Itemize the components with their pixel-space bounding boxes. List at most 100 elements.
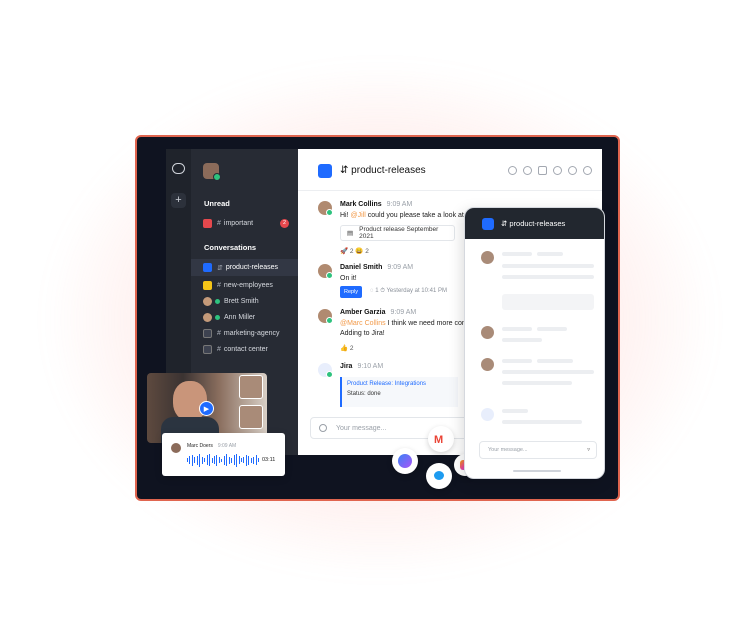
emoji-icon[interactable] [319,424,327,432]
placeholder-line [537,252,563,256]
file-attachment[interactable]: ▤ Product release September 2021 [340,225,455,241]
sidebar-item-marketing-agency[interactable]: # marketing-agency [191,325,298,342]
message-text: @Marc Collins I think we need more conte [340,320,472,327]
whatsapp-icon[interactable] [553,166,562,175]
phone-icon[interactable] [568,166,577,175]
info-icon[interactable] [523,166,532,175]
avatar [481,251,494,264]
conversations-title: Conversations [204,243,257,252]
sidebar-item-label: product-releases [225,264,279,271]
message-author: Mark Collins 9:09 AM [340,201,413,208]
mobile-header: ⇵ product-releases [465,208,604,239]
hash-icon: # [217,346,221,353]
sidebar-item-label: Brett Smith [224,298,259,305]
send-icon[interactable]: ▿ [587,442,590,458]
avatar [318,201,333,216]
chat-logo-icon[interactable] [172,163,185,174]
sidebar-item-label: important [223,220,254,227]
message-text: Hi! @Jill could you please take a look a… [340,212,477,219]
jira-card-status: Status: done [347,391,381,397]
jira-icon [318,363,333,378]
share-icon[interactable] [538,166,547,175]
mobile-app: ⇵ product-releases Your message... ▿ [464,207,605,479]
placeholder-line [537,327,567,331]
file-icon: ▤ [347,230,354,237]
placeholder-line [502,338,542,342]
message-text: On it! [340,275,357,282]
message-author: Daniel Smith 9:09 AM [340,264,414,271]
online-status-icon [215,299,220,304]
sidebar-item-label: marketing-agency [223,330,280,337]
avatar [171,443,181,453]
channel-color-icon [203,263,212,272]
sidebar-item-important[interactable]: # important 2 [191,215,298,232]
avatar [481,326,494,339]
shared-channel-icon: ⇵ [217,264,223,272]
placeholder-line [502,327,532,331]
globe-icon[interactable] [508,166,517,175]
sidebar-item-label: new-employees [223,282,273,289]
hash-icon: # [217,282,221,289]
message-author: Jira 9:10 AM [340,363,384,370]
sidebar-item-brett-smith[interactable]: Brett Smith [191,293,298,310]
user-avatar[interactable] [203,163,221,181]
placeholder-line [537,359,573,363]
message-author: Amber Garzia 9:09 AM [340,309,417,316]
avatar [203,313,212,322]
reply-button[interactable]: Reply [340,286,362,298]
placeholder-line [502,275,594,279]
gmail-icon[interactable]: M [428,426,454,452]
placeholder-line [502,359,532,363]
video-thumbnail [239,405,263,429]
placeholder-line [502,252,532,256]
group-icon [203,345,212,354]
plus-icon[interactable]: + [171,193,186,208]
mobile-channel-title: ⇵ product-releases [501,219,566,228]
avatar [481,358,494,371]
thread-info[interactable]: ◌ 1 ⏱ Yesterday at 10:41 PM [370,288,447,295]
jira-icon [481,408,494,421]
reactions[interactable]: 🚀 2 😄 2 [340,247,369,255]
jira-card-title: Product Release: Integrations [347,381,427,387]
jira-card[interactable]: Product Release: Integrations Status: do… [340,377,458,407]
hash-icon: # [217,330,221,337]
file-placeholder [502,294,594,310]
home-indicator [513,470,561,472]
channel-title: ⇵ product-releases [340,165,426,176]
video-thumbnail [239,375,263,399]
users-icon[interactable] [583,166,592,175]
placeholder-line [502,381,572,385]
voice-author: Marc Doers 9:09 AM [187,443,237,449]
sidebar-item-product-releases[interactable]: ⇵ product-releases [191,259,298,276]
voice-message: Marc Doers 9:09 AM 03:11 [162,433,285,476]
group-icon [203,329,212,338]
avatar [318,309,333,324]
sidebar-item-ann-miller[interactable]: Ann Miller [191,309,298,326]
header-actions [508,166,592,175]
reactions[interactable]: 👍 2 [340,344,354,352]
audio-waveform[interactable] [187,453,260,467]
online-status-icon [215,315,220,320]
placeholder-line [502,409,528,413]
channel-color-icon [203,281,212,290]
channel-color-icon [318,164,332,178]
channel-color-icon [482,218,494,230]
sidebar-item-new-employees[interactable]: # new-employees [191,277,298,294]
channel-color-icon [203,219,212,228]
twitter-icon[interactable] [426,463,452,489]
message-text: Adding to Jira! [340,330,385,337]
mobile-message-input[interactable]: Your message... ▿ [479,441,597,459]
voice-duration: 03:11 [262,457,276,463]
unread-badge: 2 [280,219,289,228]
sidebar-item-contact-center[interactable]: # contact center [191,341,298,358]
placeholder-line [502,264,594,268]
placeholder-line [502,370,594,374]
sidebar-item-label: Ann Miller [224,314,256,321]
placeholder-line [502,420,582,424]
messenger-icon[interactable] [392,448,418,474]
sidebar-item-label: contact center [223,346,268,353]
unread-title: Unread [204,199,230,208]
play-icon[interactable]: ▶ [199,401,214,416]
avatar [203,297,212,306]
avatar [318,264,333,279]
